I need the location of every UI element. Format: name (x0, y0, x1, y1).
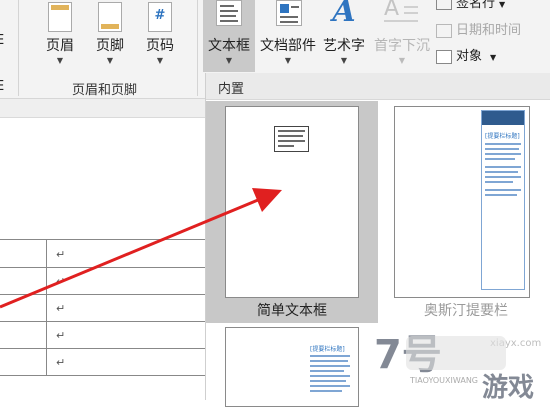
annotation-arrow (0, 188, 282, 309)
arrow-shaft (0, 198, 259, 309)
